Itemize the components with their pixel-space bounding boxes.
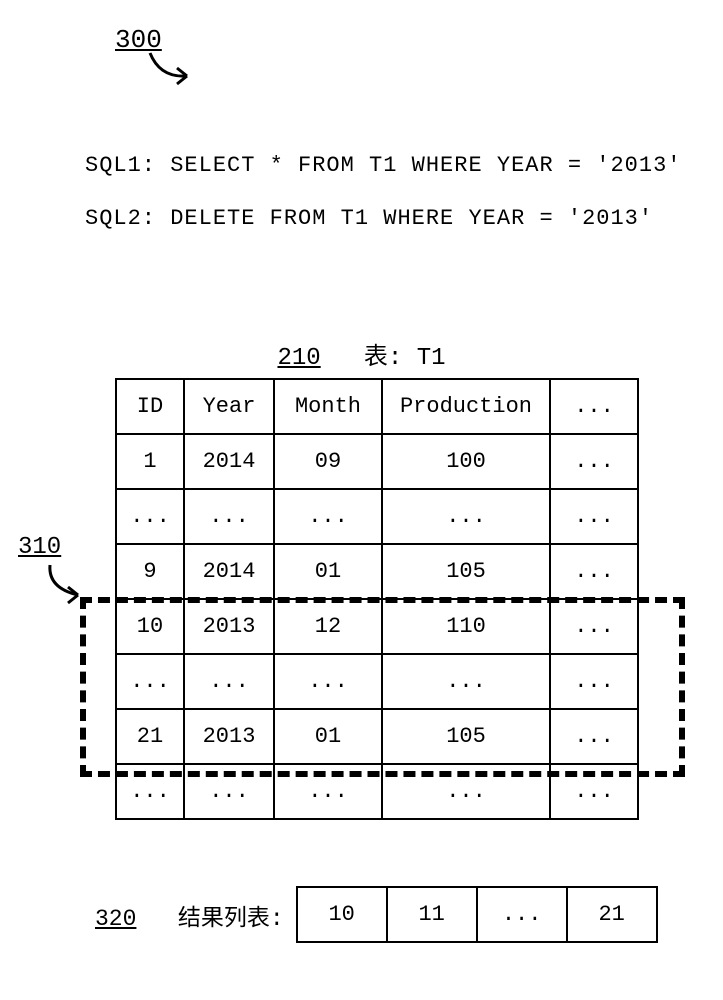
cell: 9 bbox=[116, 544, 184, 599]
cell: 2013 bbox=[184, 599, 274, 654]
table-row: 10 2013 12 110 ... bbox=[116, 599, 638, 654]
cell: 01 bbox=[274, 544, 382, 599]
cell: 2014 bbox=[184, 434, 274, 489]
cell: ... bbox=[550, 709, 638, 764]
cell: ... bbox=[550, 654, 638, 709]
result-cell: ... bbox=[477, 887, 567, 942]
sql-line-1: SQL1: SELECT * FROM T1 WHERE YEAR = '201… bbox=[85, 140, 682, 193]
cell: ... bbox=[274, 489, 382, 544]
cell: ... bbox=[550, 764, 638, 819]
table-header-row: ID Year Month Production ... bbox=[116, 379, 638, 434]
th-month: Month bbox=[274, 379, 382, 434]
cell: 01 bbox=[274, 709, 382, 764]
cell: ... bbox=[382, 654, 550, 709]
table-row: ... ... ... ... ... bbox=[116, 654, 638, 709]
cell: ... bbox=[550, 544, 638, 599]
th-etc: ... bbox=[550, 379, 638, 434]
cell: ... bbox=[116, 764, 184, 819]
cell: ... bbox=[550, 599, 638, 654]
result-cell: 11 bbox=[387, 887, 477, 942]
ref-label-320: 320 bbox=[95, 906, 136, 932]
cell: ... bbox=[550, 434, 638, 489]
result-label-text: 结果列表: bbox=[178, 906, 284, 932]
cell: 1 bbox=[116, 434, 184, 489]
data-table: ID Year Month Production ... 1 2014 09 1… bbox=[115, 378, 639, 820]
cell: ... bbox=[184, 654, 274, 709]
th-production: Production bbox=[382, 379, 550, 434]
cell: ... bbox=[184, 489, 274, 544]
table-row: 1 2014 09 100 ... bbox=[116, 434, 638, 489]
cell: ... bbox=[274, 654, 382, 709]
sql-line-2: SQL2: DELETE FROM T1 WHERE YEAR = '2013' bbox=[85, 193, 682, 246]
cell: 100 bbox=[382, 434, 550, 489]
cell: ... bbox=[116, 654, 184, 709]
cell: 21 bbox=[116, 709, 184, 764]
cell: 105 bbox=[382, 709, 550, 764]
th-id: ID bbox=[116, 379, 184, 434]
cell: 2013 bbox=[184, 709, 274, 764]
result-label: 320 结果列表: bbox=[95, 898, 284, 932]
cell: 09 bbox=[274, 434, 382, 489]
cell: ... bbox=[382, 489, 550, 544]
th-year: Year bbox=[184, 379, 274, 434]
cell: ... bbox=[184, 764, 274, 819]
cell: ... bbox=[116, 489, 184, 544]
result-cell: 21 bbox=[567, 887, 657, 942]
ref-label-210: 210 bbox=[277, 345, 320, 372]
cell: ... bbox=[550, 489, 638, 544]
table-row: 21 2013 01 105 ... bbox=[116, 709, 638, 764]
arrow-icon bbox=[40, 560, 95, 610]
cell: 12 bbox=[274, 599, 382, 654]
cell: 2014 bbox=[184, 544, 274, 599]
cell: 105 bbox=[382, 544, 550, 599]
result-section: 320 结果列表: 10 11 ... 21 bbox=[95, 886, 658, 943]
cell: ... bbox=[382, 764, 550, 819]
cell: 10 bbox=[116, 599, 184, 654]
table-row: ... ... ... ... ... bbox=[116, 489, 638, 544]
ref-label-310: 310 bbox=[18, 534, 61, 561]
result-table: 10 11 ... 21 bbox=[296, 886, 658, 943]
arrow-icon bbox=[145, 48, 205, 93]
table-row: 9 2014 01 105 ... bbox=[116, 544, 638, 599]
table-title: 210 表: T1 bbox=[0, 336, 723, 372]
table-row: ... ... ... ... ... bbox=[116, 764, 638, 819]
cell: 110 bbox=[382, 599, 550, 654]
cell: ... bbox=[274, 764, 382, 819]
sql-code-block: SQL1: SELECT * FROM T1 WHERE YEAR = '201… bbox=[85, 140, 682, 246]
table-name: 表: T1 bbox=[364, 345, 446, 372]
result-cell: 10 bbox=[297, 887, 387, 942]
